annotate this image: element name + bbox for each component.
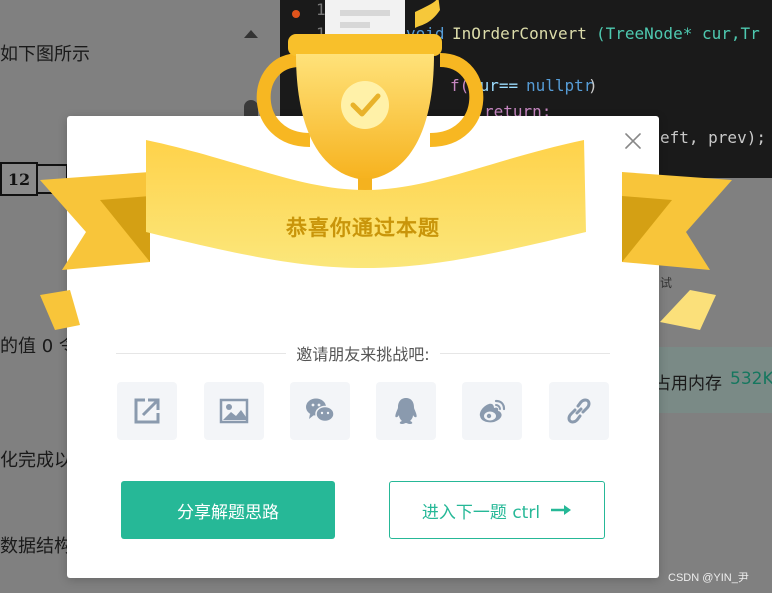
code-function-name: InOrderConvert xyxy=(452,24,587,43)
modal-title: 恭喜你通过本题 xyxy=(286,216,440,240)
list-node-pointer xyxy=(38,164,68,194)
share-weibo-button[interactable] xyxy=(462,382,522,440)
code-if: f( xyxy=(450,76,470,95)
arrow-right-icon xyxy=(551,505,572,515)
scroll-up-arrow-icon[interactable] xyxy=(244,30,258,38)
code-keyword: void xyxy=(406,24,445,43)
share-link-button[interactable] xyxy=(549,382,609,440)
link-icon xyxy=(567,398,591,424)
bg-text-line: 如下图所示 xyxy=(0,44,90,65)
list-node-diagram: 12 xyxy=(0,162,38,196)
weibo-icon xyxy=(479,399,506,423)
bg-small-fragment: 试 xyxy=(660,276,673,290)
qq-icon xyxy=(395,398,417,424)
share-qq-button[interactable] xyxy=(376,382,436,440)
next-question-label: 进入下一题 ctrl xyxy=(421,502,541,523)
code-call: eft, prev); xyxy=(660,128,766,147)
code-paren: ) xyxy=(588,76,598,95)
next-question-button[interactable]: 进入下一题 ctrl xyxy=(389,481,605,539)
close-button[interactable] xyxy=(622,130,644,152)
code-line-number: 1 xyxy=(316,0,326,19)
watermark: CSDN @YIN_尹 xyxy=(668,572,749,584)
image-icon xyxy=(219,398,249,424)
memory-value: 532K xyxy=(730,369,772,389)
bg-text-line: 数据结构 xyxy=(0,536,72,557)
code-params: (TreeNode* cur,Tr xyxy=(596,24,760,43)
invite-label: 邀请朋友来挑战吧: xyxy=(296,345,430,364)
breakpoint-dot-icon xyxy=(292,10,300,18)
share-external-icon xyxy=(134,398,160,424)
share-wechat-button[interactable] xyxy=(290,382,350,440)
code-nullptr: nullptr xyxy=(526,76,594,95)
bg-text-line: 的值 0 令 xyxy=(0,336,77,357)
share-external-button[interactable] xyxy=(117,382,177,440)
share-solution-button[interactable]: 分享解题思路 xyxy=(121,481,335,539)
divider-line xyxy=(116,352,287,354)
memory-label: 占用内存 xyxy=(654,374,722,394)
invite-divider-row: 邀请朋友来挑战吧: xyxy=(116,340,610,366)
bg-tab-fragment: 器 xyxy=(678,204,696,225)
divider-line xyxy=(439,352,610,354)
share-image-button[interactable] xyxy=(204,382,264,440)
close-icon xyxy=(625,133,641,149)
code-line-number: 1 xyxy=(316,24,326,43)
wechat-icon xyxy=(306,398,335,423)
code-condition: cur== xyxy=(470,76,519,95)
